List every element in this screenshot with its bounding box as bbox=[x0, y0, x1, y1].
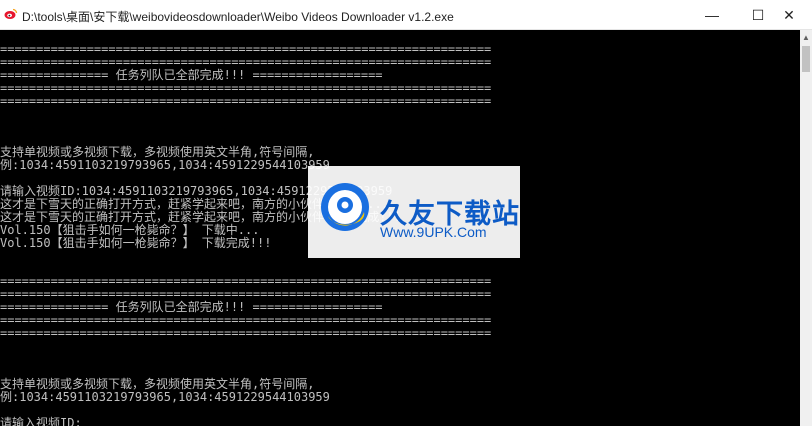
console-line: ========================================… bbox=[0, 274, 492, 289]
console-line: ========================================… bbox=[0, 80, 492, 95]
console-line: =============== 任务列队已全部完成!!! ===========… bbox=[0, 300, 383, 314]
console-line: ========================================… bbox=[0, 42, 492, 56]
console-line: Vol.150【狙击手如何一枪毙命？】 下载完成!!! bbox=[0, 235, 272, 250]
console-line: 支持单视频或多视频下载，多视频使用英文半角,符号间隔, bbox=[0, 377, 315, 392]
weibo-icon bbox=[4, 8, 18, 19]
9upk-logo-icon bbox=[321, 183, 369, 231]
window-title: D:\tools\桌面\安下载\weibovideosdownloader\We… bbox=[22, 10, 454, 24]
console-line: ========================================… bbox=[0, 312, 492, 327]
vertical-scrollbar[interactable]: ▲ bbox=[800, 30, 812, 426]
console-line: 例:1034:4591103219793965,1034:45912295441… bbox=[0, 158, 330, 173]
console-line: ========================================… bbox=[0, 93, 492, 108]
close-button[interactable]: ✕ bbox=[766, 0, 812, 30]
console-line: 支持单视频或多视频下载，多视频使用英文半角,符号间隔, bbox=[0, 145, 315, 160]
console-line: ========================================… bbox=[0, 287, 492, 302]
console-line: Vol.150【狙击手如何一枪毙命？】 下载中... bbox=[0, 222, 260, 237]
scroll-thumb[interactable] bbox=[802, 46, 810, 72]
console-line: ========================================… bbox=[0, 325, 492, 340]
console-line: 例:1034:4591103219793965,1034:45912295441… bbox=[0, 390, 330, 405]
scroll-up-icon[interactable]: ▲ bbox=[800, 30, 812, 44]
title-bar[interactable]: D:\tools\桌面\安下载\weibovideosdownloader\We… bbox=[0, 0, 812, 30]
watermark-overlay: 久友下载站 Www.9UPK.Com bbox=[308, 166, 520, 258]
minimize-button[interactable]: — bbox=[689, 0, 735, 30]
console-line: 请输入视频ID:_ bbox=[0, 416, 89, 426]
watermark-url: Www.9UPK.Com bbox=[380, 224, 487, 240]
console-line: =============== 任务列队已全部完成!!! ===========… bbox=[0, 67, 383, 82]
console-line: ========================================… bbox=[0, 54, 492, 69]
